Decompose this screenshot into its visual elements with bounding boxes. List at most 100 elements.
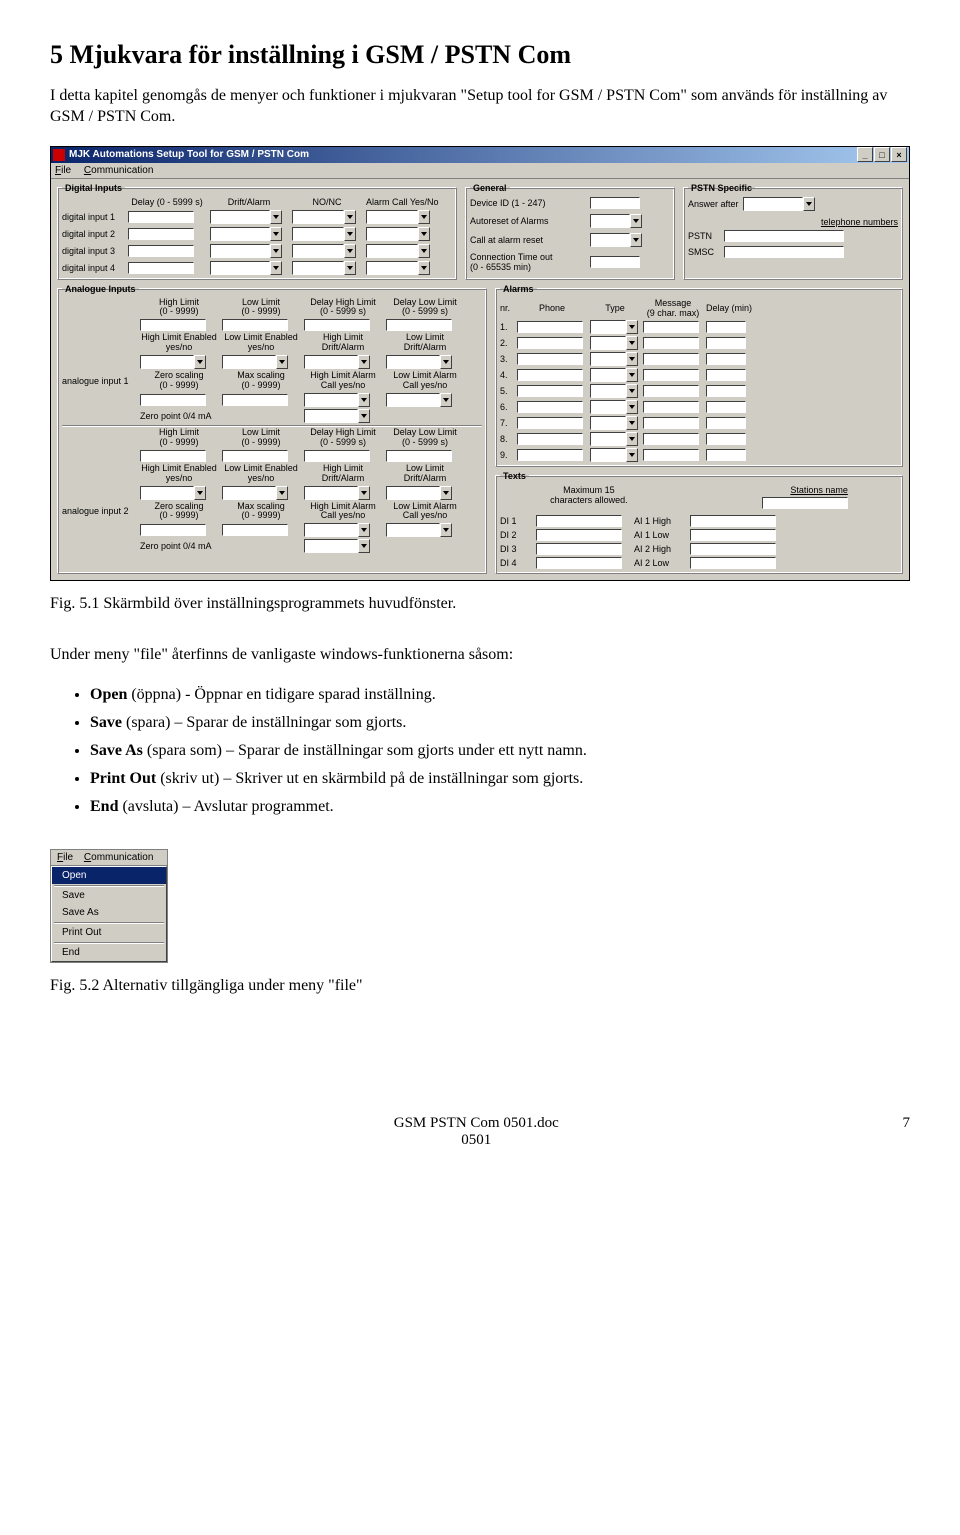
ai1low-text[interactable]: [690, 529, 776, 541]
menu-item-open[interactable]: Open: [52, 867, 166, 884]
alarm1-phone[interactable]: [517, 321, 583, 333]
ai1-lowen[interactable]: [222, 355, 300, 369]
ai1-highen[interactable]: [140, 355, 218, 369]
stations-name-input[interactable]: [762, 497, 848, 509]
ai1-lowdrift[interactable]: [386, 355, 464, 369]
di2-delay-input[interactable]: [128, 228, 194, 240]
alarm7-msg[interactable]: [643, 417, 699, 429]
smsc-number-input[interactable]: [724, 246, 844, 258]
alarm2-type[interactable]: [590, 336, 640, 350]
di1-call-combo[interactable]: [366, 210, 436, 224]
menu-file[interactable]: FFileile: [55, 165, 71, 176]
ai2low-text[interactable]: [690, 557, 776, 569]
ai1-lowlimit[interactable]: [222, 319, 288, 331]
ai1-lowcall[interactable]: [386, 393, 464, 407]
alarm5-delay[interactable]: [706, 385, 746, 397]
ai2-zeropt[interactable]: [304, 539, 382, 553]
di3-nonc-combo[interactable]: [292, 244, 362, 258]
alarm5-msg[interactable]: [643, 385, 699, 397]
ai1-zeropt[interactable]: [304, 409, 382, 423]
menu-file[interactable]: File: [57, 852, 73, 863]
di4-delay-input[interactable]: [128, 262, 194, 274]
ai2-highlimit[interactable]: [140, 450, 206, 462]
alarm4-msg[interactable]: [643, 369, 699, 381]
ai1-delaylow[interactable]: [386, 319, 452, 331]
alarm3-delay[interactable]: [706, 353, 746, 365]
call-reset-combo[interactable]: [590, 233, 650, 247]
ai2-zero[interactable]: [140, 524, 206, 536]
di4-text[interactable]: [536, 557, 622, 569]
ai1-max[interactable]: [222, 394, 288, 406]
alarm6-phone[interactable]: [517, 401, 583, 413]
ai2-lowen[interactable]: [222, 486, 300, 500]
alarm5-phone[interactable]: [517, 385, 583, 397]
ai2-lowcall[interactable]: [386, 523, 464, 537]
alarm2-phone[interactable]: [517, 337, 583, 349]
alarm4-delay[interactable]: [706, 369, 746, 381]
di2-call-combo[interactable]: [366, 227, 436, 241]
di1-drift-combo[interactable]: [210, 210, 288, 224]
alarm1-msg[interactable]: [643, 321, 699, 333]
di1-nonc-combo[interactable]: [292, 210, 362, 224]
di1-delay-input[interactable]: [128, 211, 194, 223]
alarm9-phone[interactable]: [517, 449, 583, 461]
di2-drift-combo[interactable]: [210, 227, 288, 241]
ai2-lowlimit[interactable]: [222, 450, 288, 462]
answer-after-combo[interactable]: [743, 197, 815, 211]
alarm2-delay[interactable]: [706, 337, 746, 349]
ai2-highen[interactable]: [140, 486, 218, 500]
di4-drift-combo[interactable]: [210, 261, 288, 275]
alarm1-delay[interactable]: [706, 321, 746, 333]
ai2-highcall[interactable]: [304, 523, 382, 537]
menu-communication[interactable]: Communication: [84, 852, 154, 863]
di3-call-combo[interactable]: [366, 244, 436, 258]
di2-nonc-combo[interactable]: [292, 227, 362, 241]
alarm8-phone[interactable]: [517, 433, 583, 445]
alarm5-type[interactable]: [590, 384, 640, 398]
alarm2-msg[interactable]: [643, 337, 699, 349]
di4-call-combo[interactable]: [366, 261, 436, 275]
ai2-lowdrift[interactable]: [386, 486, 464, 500]
close-button[interactable]: ×: [891, 147, 907, 162]
alarm6-msg[interactable]: [643, 401, 699, 413]
di3-text[interactable]: [536, 543, 622, 555]
alarm8-type[interactable]: [590, 432, 640, 446]
di2-text[interactable]: [536, 529, 622, 541]
alarm7-type[interactable]: [590, 416, 640, 430]
device-id-input[interactable]: [590, 197, 640, 209]
ai1-highlimit[interactable]: [140, 319, 206, 331]
di1-text[interactable]: [536, 515, 622, 527]
ai1-highcall[interactable]: [304, 393, 382, 407]
maximize-button[interactable]: □: [874, 147, 890, 162]
menu-item-end[interactable]: End: [52, 944, 166, 961]
alarm3-phone[interactable]: [517, 353, 583, 365]
alarm7-delay[interactable]: [706, 417, 746, 429]
ai1-delayhigh[interactable]: [304, 319, 370, 331]
menu-item-printout[interactable]: Print Out: [52, 924, 166, 941]
alarm9-type[interactable]: [590, 448, 640, 462]
alarm8-msg[interactable]: [643, 433, 699, 445]
ai2-max[interactable]: [222, 524, 288, 536]
menu-item-saveas[interactable]: Save As: [52, 904, 166, 921]
alarm3-msg[interactable]: [643, 353, 699, 365]
di3-drift-combo[interactable]: [210, 244, 288, 258]
alarm6-delay[interactable]: [706, 401, 746, 413]
menu-item-save[interactable]: Save: [52, 887, 166, 904]
di4-nonc-combo[interactable]: [292, 261, 362, 275]
alarm7-phone[interactable]: [517, 417, 583, 429]
alarm1-type[interactable]: [590, 320, 640, 334]
alarm6-type[interactable]: [590, 400, 640, 414]
alarm3-type[interactable]: [590, 352, 640, 366]
ai1-zero[interactable]: [140, 394, 206, 406]
ai2-delayhigh[interactable]: [304, 450, 370, 462]
alarm4-phone[interactable]: [517, 369, 583, 381]
ai2-delaylow[interactable]: [386, 450, 452, 462]
ai2-highdrift[interactable]: [304, 486, 382, 500]
ai2high-text[interactable]: [690, 543, 776, 555]
alarm8-delay[interactable]: [706, 433, 746, 445]
alarm9-msg[interactable]: [643, 449, 699, 461]
ai1high-text[interactable]: [690, 515, 776, 527]
di3-delay-input[interactable]: [128, 245, 194, 257]
ai1-highdrift[interactable]: [304, 355, 382, 369]
alarm4-type[interactable]: [590, 368, 640, 382]
